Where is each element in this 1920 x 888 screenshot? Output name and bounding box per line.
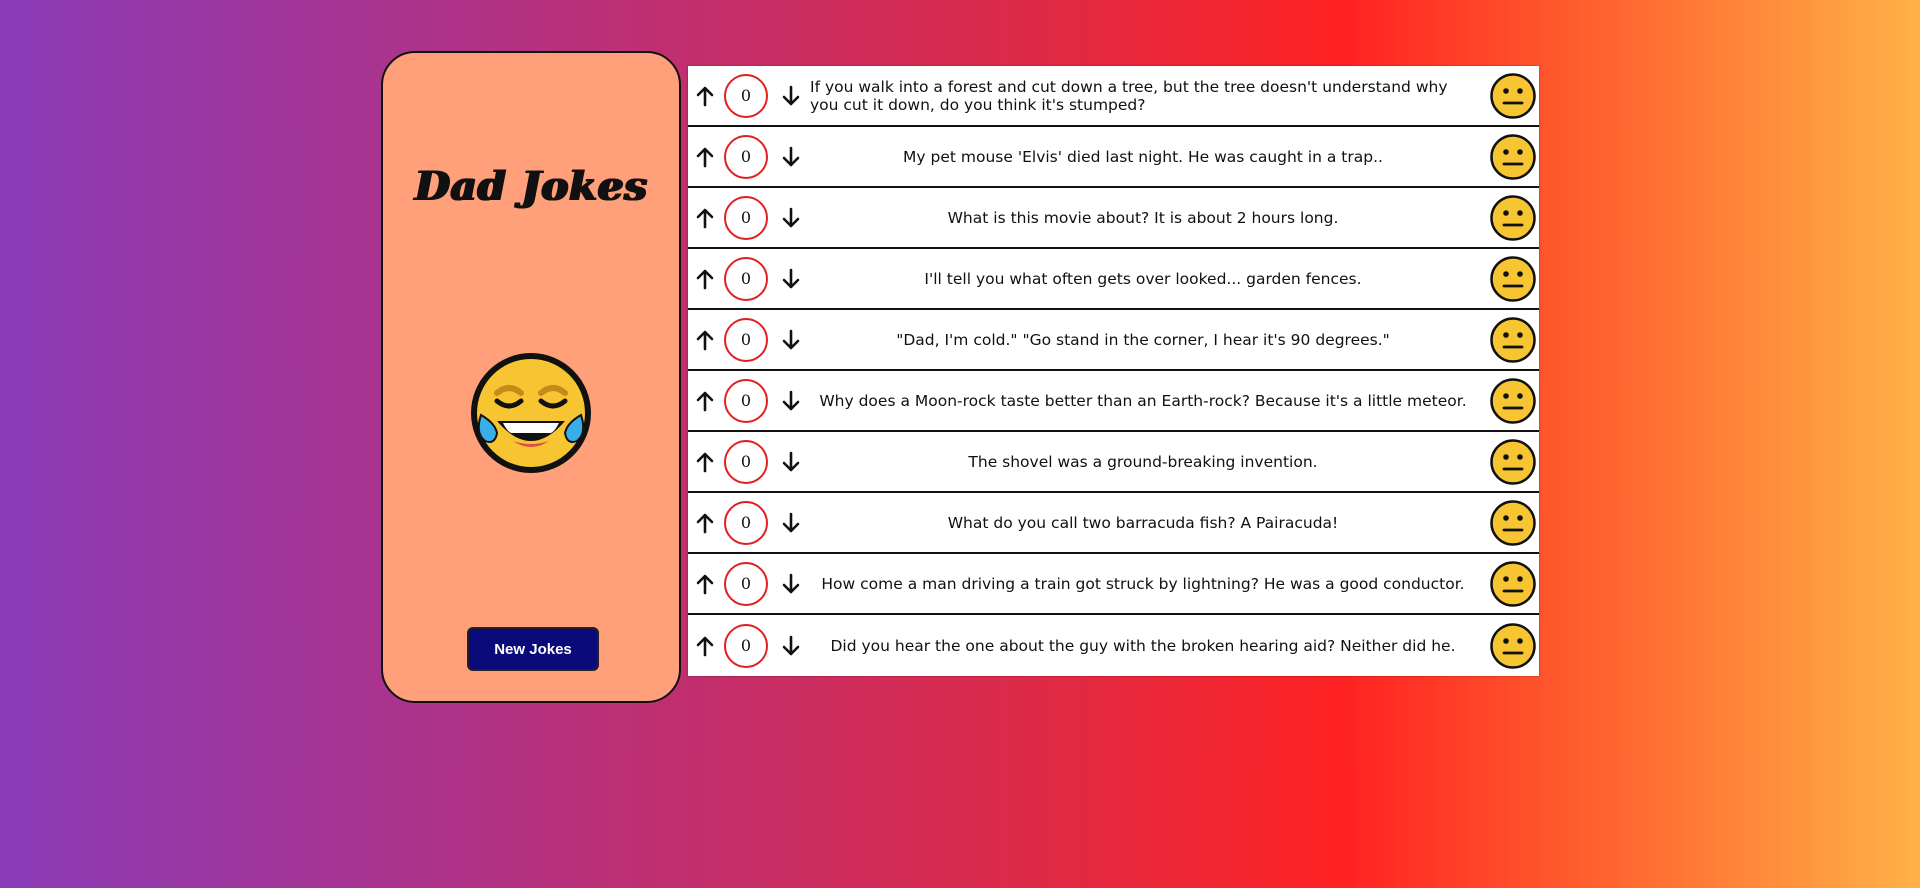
neutral-face-emoji-icon [1490, 72, 1536, 119]
arrow-down-icon[interactable] [780, 573, 802, 595]
joke-row: 0 What do you call two barracuda fish? A… [688, 493, 1539, 554]
arrow-down-icon[interactable] [780, 512, 802, 534]
arrow-down-icon[interactable] [780, 635, 802, 657]
arrow-up-icon[interactable] [694, 207, 716, 229]
joke-score: 0 [724, 134, 768, 179]
arrow-up-icon[interactable] [694, 146, 716, 168]
laughing-tears-emoji-icon [471, 353, 591, 473]
joke-row: 0 "Dad, I'm cold." "Go stand in the corn… [688, 310, 1539, 371]
joke-text: How come a man driving a train got struc… [821, 574, 1465, 593]
arrow-down-icon[interactable] [780, 268, 802, 290]
neutral-face-emoji-icon [1490, 194, 1536, 241]
joke-score: 0 [724, 500, 768, 545]
arrow-up-icon[interactable] [694, 451, 716, 473]
joke-score: 0 [724, 439, 768, 484]
joke-score: 0 [724, 195, 768, 240]
arrow-up-icon[interactable] [694, 329, 716, 351]
arrow-down-icon[interactable] [780, 329, 802, 351]
joke-score: 0 [724, 317, 768, 362]
joke-row: 0 The shovel was a ground-breaking inven… [688, 432, 1539, 493]
arrow-down-icon[interactable] [780, 85, 802, 107]
arrow-down-icon[interactable] [780, 390, 802, 412]
arrow-down-icon[interactable] [780, 451, 802, 473]
joke-row: 0 I'll tell you what often gets over loo… [688, 249, 1539, 310]
neutral-face-emoji-icon [1490, 438, 1536, 485]
page-title: Dad Jokes [414, 163, 648, 210]
joke-text: I'll tell you what often gets over looke… [924, 269, 1362, 288]
arrow-up-icon[interactable] [694, 635, 716, 657]
joke-score: 0 [724, 623, 768, 668]
joke-text: What is this movie about? It is about 2 … [947, 208, 1339, 227]
neutral-face-emoji-icon [1490, 377, 1536, 424]
joke-score: 0 [724, 378, 768, 423]
joke-row: 0 Why does a Moon-rock taste better than… [688, 371, 1539, 432]
joke-row: 0 If you walk into a forest and cut down… [688, 66, 1539, 127]
arrow-up-icon[interactable] [694, 390, 716, 412]
neutral-face-emoji-icon [1490, 255, 1536, 302]
neutral-face-emoji-icon [1490, 622, 1536, 669]
joke-text: What do you call two barracuda fish? A P… [947, 513, 1339, 532]
joke-text: The shovel was a ground-breaking inventi… [968, 452, 1318, 471]
new-jokes-button[interactable]: New Jokes [467, 627, 599, 671]
joke-score: 0 [724, 256, 768, 301]
arrow-up-icon[interactable] [694, 268, 716, 290]
arrow-down-icon[interactable] [780, 146, 802, 168]
joke-row: 0 My pet mouse 'Elvis' died last night. … [688, 127, 1539, 188]
neutral-face-emoji-icon [1490, 560, 1536, 607]
jokes-list: 0 If you walk into a forest and cut down… [688, 66, 1539, 676]
joke-row: 0 What is this movie about? It is about … [688, 188, 1539, 249]
joke-score: 0 [724, 561, 768, 606]
joke-row: 0 How come a man driving a train got str… [688, 554, 1539, 615]
arrow-up-icon[interactable] [694, 85, 716, 107]
joke-text: Why does a Moon-rock taste better than a… [819, 391, 1467, 410]
arrow-down-icon[interactable] [780, 207, 802, 229]
arrow-up-icon[interactable] [694, 512, 716, 534]
neutral-face-emoji-icon [1490, 316, 1536, 363]
joke-text: Did you hear the one about the guy with … [830, 636, 1456, 655]
neutral-face-emoji-icon [1490, 133, 1536, 180]
joke-score: 0 [724, 73, 768, 118]
arrow-up-icon[interactable] [694, 573, 716, 595]
joke-text: "Dad, I'm cold." "Go stand in the corner… [896, 330, 1390, 349]
sidebar: Dad Jokes New Jokes [381, 51, 681, 703]
neutral-face-emoji-icon [1490, 499, 1536, 546]
joke-text: My pet mouse 'Elvis' died last night. He… [903, 147, 1383, 166]
joke-text: If you walk into a forest and cut down a… [810, 77, 1448, 114]
joke-row: 0 Did you hear the one about the guy wit… [688, 615, 1539, 676]
